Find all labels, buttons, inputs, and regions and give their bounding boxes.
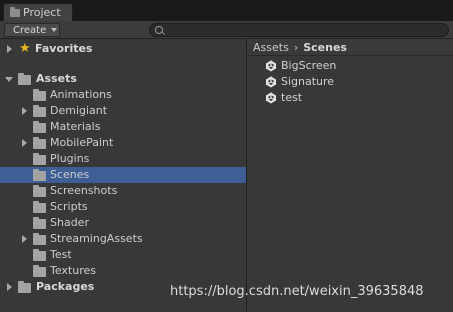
scene-label: BigScreen: [281, 59, 337, 72]
tree-item-textures[interactable]: Textures: [0, 263, 246, 279]
tree-item-screenshots[interactable]: Screenshots: [0, 183, 246, 199]
fold-arrow-icon[interactable]: [22, 107, 27, 115]
tree-item-scenes[interactable]: Scenes: [0, 167, 246, 183]
tab-label: Project: [23, 6, 61, 19]
tree-label: Textures: [50, 264, 96, 277]
search-icon: [155, 26, 163, 34]
tree-label: Scenes: [50, 168, 90, 181]
folder-icon: [33, 201, 46, 213]
folder-icon: [33, 153, 46, 165]
folder-tree: ★ Favorites Assets Animations Demigiant Ma…: [0, 39, 246, 312]
tree-label: Scripts: [50, 200, 88, 213]
project-toolbar: Create: [0, 21, 453, 39]
tree-item-favorites[interactable]: ★ Favorites: [0, 41, 246, 57]
tree-item-mobilepaint[interactable]: MobilePaint: [0, 135, 246, 151]
folder-icon: [33, 121, 46, 133]
tree-label: Demigiant: [50, 104, 108, 117]
search-input[interactable]: [149, 23, 449, 37]
tree-item-demigiant[interactable]: Demigiant: [0, 103, 246, 119]
breadcrumb-root[interactable]: Assets: [253, 41, 289, 54]
tree-label: Shader: [50, 216, 89, 229]
folder-icon: [18, 73, 31, 85]
tree-label: Animations: [50, 88, 112, 101]
breadcrumb-separator: ›: [293, 40, 299, 54]
asset-list-pane: Assets › Scenes BigScreen Signature test: [247, 39, 453, 312]
tree-item-test[interactable]: Test: [0, 247, 246, 263]
scene-label: test: [281, 91, 303, 104]
tree-item-shader[interactable]: Shader: [0, 215, 246, 231]
folder-icon: [33, 217, 46, 229]
tree-label: Plugins: [50, 152, 90, 165]
create-dropdown-button[interactable]: Create: [4, 23, 60, 37]
tree-item-plugins[interactable]: Plugins: [0, 151, 246, 167]
tree-label: Assets: [36, 72, 77, 85]
scene-label: Signature: [281, 75, 335, 88]
fold-arrow-icon[interactable]: [7, 45, 12, 53]
folder-icon: [33, 89, 46, 101]
create-label: Create: [13, 24, 47, 36]
unity-scene-icon: [265, 76, 277, 88]
tree-item-animations[interactable]: Animations: [0, 87, 246, 103]
tree-item-streamingassets[interactable]: StreamingAssets: [0, 231, 246, 247]
tree-item-materials[interactable]: Materials: [0, 119, 246, 135]
breadcrumb-current[interactable]: Scenes: [303, 41, 347, 54]
folder-icon: [33, 105, 46, 117]
tree-item-scripts[interactable]: Scripts: [0, 199, 246, 215]
unity-scene-icon: [265, 60, 277, 72]
watermark: https://blog.csdn.net/weixin_39635848: [170, 284, 424, 299]
tree-label: Materials: [50, 120, 101, 133]
folder-icon: [18, 281, 31, 293]
folder-icon: [33, 185, 46, 197]
folder-icon: [33, 265, 46, 277]
folder-icon: [33, 249, 46, 261]
tree-label: Favorites: [35, 42, 93, 55]
unity-scene-icon: [265, 92, 277, 104]
tree-label: Packages: [36, 280, 95, 293]
breadcrumb: Assets › Scenes: [247, 39, 453, 56]
fold-arrow-icon[interactable]: [22, 139, 27, 147]
tree-label: Screenshots: [50, 184, 118, 197]
tree-label: StreamingAssets: [50, 232, 143, 245]
tree-label: MobilePaint: [50, 136, 114, 149]
star-icon: ★: [19, 41, 31, 56]
scene-item[interactable]: Signature: [247, 74, 453, 90]
folder-icon: [33, 169, 46, 181]
tab-strip: Project: [0, 0, 453, 21]
scene-item[interactable]: test: [247, 90, 453, 106]
folder-icon: [33, 233, 46, 245]
folder-icon: [33, 137, 46, 149]
tab-project[interactable]: Project: [3, 3, 73, 21]
fold-arrow-icon[interactable]: [5, 77, 13, 82]
scene-item[interactable]: BigScreen: [247, 58, 453, 74]
chevron-down-icon: [51, 28, 58, 32]
tree-item-assets[interactable]: Assets: [0, 71, 246, 87]
fold-arrow-icon[interactable]: [22, 235, 27, 243]
fold-arrow-icon[interactable]: [7, 283, 12, 291]
folder-icon: [10, 6, 20, 17]
tree-label: Test: [50, 248, 72, 261]
